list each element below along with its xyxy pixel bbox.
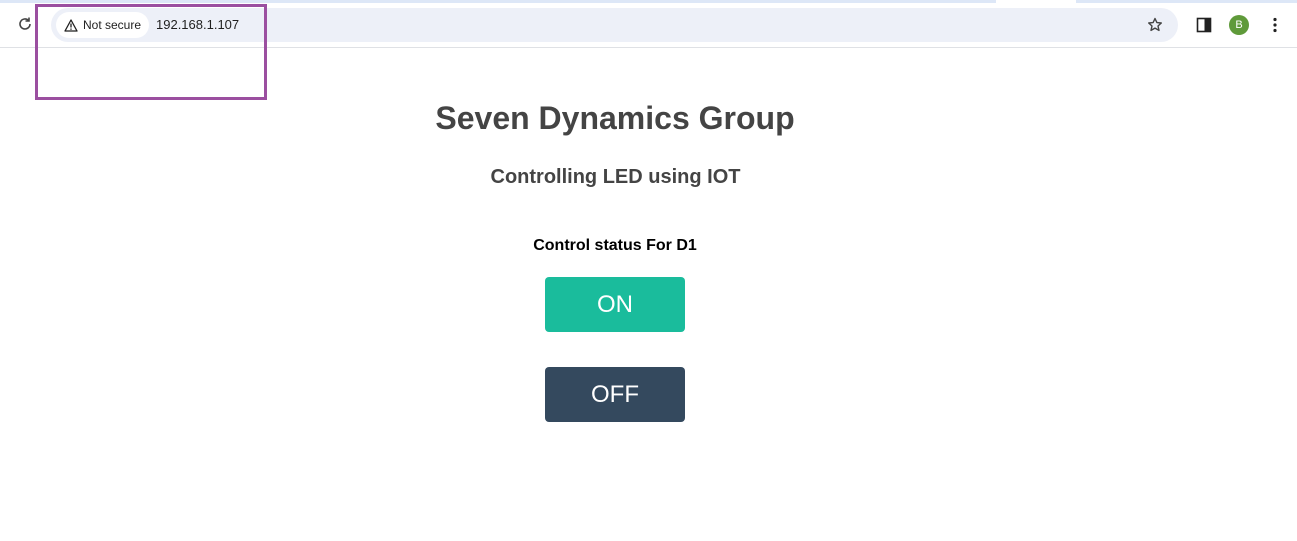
profile-avatar[interactable]: B	[1229, 15, 1249, 35]
security-chip[interactable]: Not secure	[56, 12, 150, 38]
reload-icon	[19, 17, 31, 30]
browser-menu-button[interactable]	[1265, 15, 1285, 35]
side-panel-button[interactable]	[1194, 15, 1214, 35]
off-button[interactable]: OFF	[545, 367, 685, 422]
page-subtitle: Controlling LED using IOT	[490, 166, 741, 188]
browser-toolbar: Not secure 192.168.1.107 B	[0, 0, 1297, 48]
avatar-initial: B	[1235, 19, 1243, 31]
tab-strip-edge	[0, 0, 1297, 3]
page-title: Seven Dynamics Group	[435, 100, 795, 136]
reload-button[interactable]	[14, 13, 36, 35]
side-panel-icon	[1196, 17, 1212, 33]
security-label: Not secure	[83, 18, 142, 32]
star-icon	[1148, 17, 1162, 32]
page-content: Seven Dynamics Group Controlling LED usi…	[0, 49, 1297, 541]
url-text[interactable]: 192.168.1.107	[156, 17, 239, 32]
on-button[interactable]: ON	[545, 277, 685, 332]
control-status-label: Control status For D1	[533, 237, 697, 254]
address-bar[interactable]: Not secure 192.168.1.107	[51, 8, 1178, 42]
kebab-menu-icon	[1273, 17, 1277, 33]
warning-icon	[64, 18, 78, 32]
bookmark-button[interactable]	[1145, 15, 1165, 35]
